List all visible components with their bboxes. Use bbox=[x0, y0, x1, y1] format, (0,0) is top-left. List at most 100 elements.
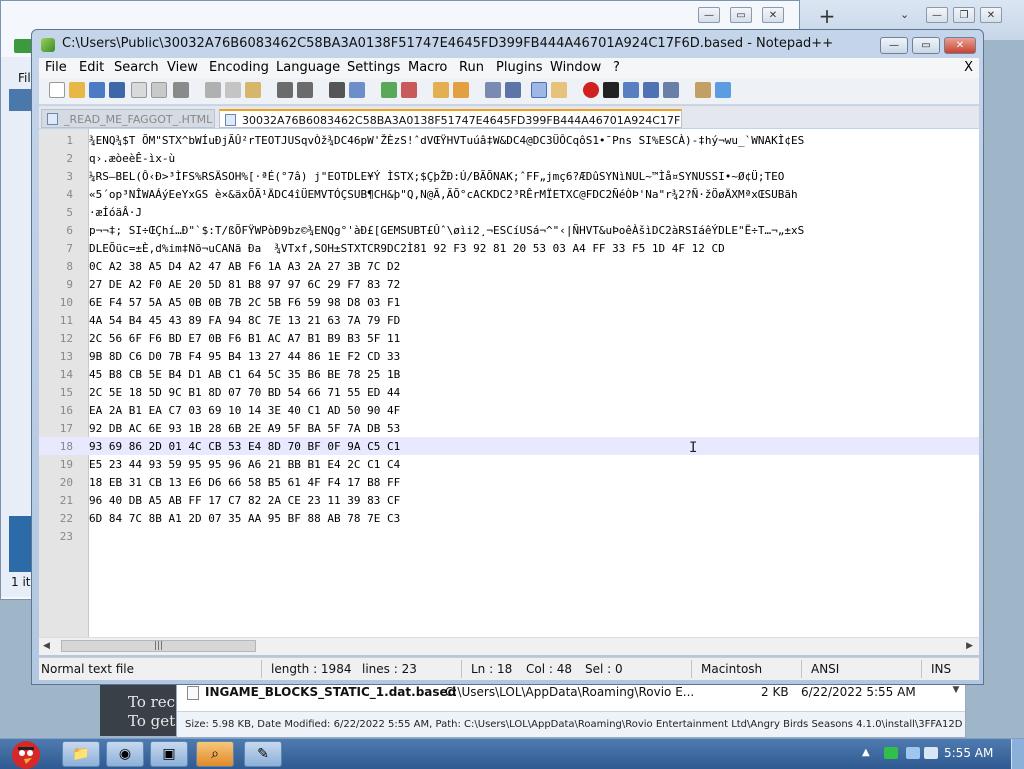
show-desktop-button[interactable] bbox=[1011, 739, 1024, 769]
open-file-icon[interactable] bbox=[69, 82, 85, 98]
bg-close-button[interactable]: ✕ bbox=[762, 7, 784, 23]
redo-icon[interactable] bbox=[297, 82, 313, 98]
cut-icon[interactable] bbox=[205, 82, 221, 98]
stop-macro-icon[interactable] bbox=[603, 82, 619, 98]
menu-macro[interactable]: Macro bbox=[408, 60, 447, 75]
editor-line[interactable]: 3 ¼RS—BEL(Ô‹Ð>³ÌFS%RSÄSOH%[·ªÉ(°7â) j"EOT… bbox=[39, 167, 979, 185]
start-button-angry-bird-icon[interactable] bbox=[2, 733, 50, 769]
scroll-left-icon[interactable]: ◀ bbox=[43, 641, 50, 651]
taskbar-notepad-icon[interactable]: ✎ bbox=[244, 741, 282, 767]
line-text: 4A 54 B4 45 43 89 FA 94 8C 7E 13 21 63 7… bbox=[89, 314, 401, 327]
tab-based-file[interactable]: 30032A76B6083462C58BA3A0138F51747E4645FD… bbox=[219, 109, 682, 128]
menu-run[interactable]: Run bbox=[459, 60, 484, 75]
editor-line[interactable]: 16 EA 2A B1 EA C7 03 69 10 14 3E 40 C1 AD… bbox=[39, 401, 979, 419]
taskbar-search-icon[interactable]: ⌕ bbox=[196, 741, 234, 767]
editor-line[interactable]: 7 DLEÕüc=±È‚d%im‡Nõ¬uCANã Ða ¾VTxf,SOH±ST… bbox=[39, 239, 979, 257]
new-file-icon[interactable] bbox=[49, 82, 65, 98]
chevron-down-icon[interactable]: ⌄ bbox=[900, 8, 909, 21]
editor-line[interactable]: 20 18 EB 31 CB 13 E6 D6 66 58 B5 61 4F F4… bbox=[39, 473, 979, 491]
paste-icon[interactable] bbox=[245, 82, 261, 98]
horizontal-scrollbar[interactable]: ◀ ||| ▶ bbox=[39, 637, 979, 655]
close-button[interactable]: ✕ bbox=[944, 37, 976, 54]
folder-as-workspace-icon[interactable] bbox=[551, 82, 567, 98]
tray-volume-icon[interactable] bbox=[924, 747, 938, 759]
tab-readme-html[interactable]: _READ_ME_FAGGOT_.HTML bbox=[41, 109, 215, 128]
menu-plugins[interactable]: Plugins bbox=[496, 60, 543, 75]
close-file-icon[interactable] bbox=[131, 82, 147, 98]
editor-line[interactable]: 12 2C 56 6F F6 BD E7 0B F6 B1 AC A7 B1 B9… bbox=[39, 329, 979, 347]
spell-check-icon[interactable] bbox=[715, 82, 731, 98]
editor-line[interactable]: 18 93 69 86 2D 01 4C CB 53 E4 8D 70 BF 0F… bbox=[39, 437, 979, 455]
replace-icon[interactable] bbox=[349, 82, 365, 98]
editor-line[interactable]: 11 4A 54 B4 45 43 89 FA 94 8C 7E 13 21 63… bbox=[39, 311, 979, 329]
editor-line[interactable]: 21 96 40 DB A5 AB FF 17 C7 82 2A CE 23 11… bbox=[39, 491, 979, 509]
taskbar-window-icon[interactable]: ▣ bbox=[150, 741, 188, 767]
bg-maximize-button[interactable]: ▭ bbox=[730, 7, 752, 23]
menu-language[interactable]: Language bbox=[276, 60, 340, 75]
taskbar-chrome-icon[interactable]: ◉ bbox=[106, 741, 144, 767]
line-text: 0C A2 38 A5 D4 A2 47 AB F6 1A A3 2A 27 3… bbox=[89, 260, 401, 273]
taskbar-clock[interactable]: 5:55 AM bbox=[944, 746, 993, 760]
line-text: q›.æòeèÊ-ìx-ù bbox=[89, 152, 176, 165]
word-wrap-icon[interactable] bbox=[485, 82, 501, 98]
editor-line[interactable]: 19 E5 23 44 93 59 95 95 96 A6 21 BB B1 E4… bbox=[39, 455, 979, 473]
menu-window[interactable]: Window bbox=[550, 60, 601, 75]
editor-line[interactable]: 22 6D 84 7C 8B A1 2D 07 35 AA 95 BF 88 AB… bbox=[39, 509, 979, 527]
bg-minimize-button[interactable]: — bbox=[698, 7, 720, 23]
editor-area[interactable]: 1 ¾ENQ¾$T ÕM"STX^bWÍuÐjÃÛ²rTEOTJUSqvÒž¾DC… bbox=[39, 129, 979, 637]
browser-close-button[interactable]: ✕ bbox=[980, 7, 1002, 23]
scroll-down-icon[interactable]: ▼ bbox=[949, 685, 963, 705]
editor-line[interactable]: 14 45 B8 CB 5E B4 D1 AB C1 64 5C 35 B6 BE… bbox=[39, 365, 979, 383]
play-macro-icon[interactable] bbox=[623, 82, 639, 98]
editor-line[interactable]: 23 bbox=[39, 527, 979, 545]
scroll-right-icon[interactable]: ▶ bbox=[966, 641, 973, 651]
sync-vertical-icon[interactable] bbox=[433, 82, 449, 98]
tray-network-icon[interactable] bbox=[884, 747, 898, 759]
menu-search[interactable]: Search bbox=[114, 60, 159, 75]
editor-line[interactable]: 9 27 DE A2 F0 AE 20 5D 81 B8 97 97 6C 29 … bbox=[39, 275, 979, 293]
menu-edit[interactable]: Edit bbox=[79, 60, 104, 75]
editor-line[interactable]: 10 6E F4 57 5A A5 0B 0B 7B 2C 5B F6 59 98… bbox=[39, 293, 979, 311]
browser-restore-button[interactable]: ❐ bbox=[953, 7, 975, 23]
scrollbar-thumb[interactable]: ||| bbox=[61, 640, 256, 652]
editor-line[interactable]: 1 ¾ENQ¾$T ÕM"STX^bWÍuÐjÃÛ²rTEOTJUSqvÒž¾DC… bbox=[39, 131, 979, 149]
editor-line[interactable]: 13 9B 8D C6 D0 7B F4 95 B4 13 27 44 86 1E… bbox=[39, 347, 979, 365]
find-icon[interactable] bbox=[329, 82, 345, 98]
editor-line[interactable]: 6 p¬¬‡; SI÷ŒÇhí…Ð"`$:T/ßÕFŸWPòÐ9bz©¾ENQg°… bbox=[39, 221, 979, 239]
editor-line[interactable]: 5 ·æÍóäÂ·J bbox=[39, 203, 979, 221]
menu-file[interactable]: File bbox=[45, 60, 67, 75]
menu-settings[interactable]: Settings bbox=[347, 60, 400, 75]
close-all-icon[interactable] bbox=[151, 82, 167, 98]
editor-line[interactable]: 8 0C A2 38 A5 D4 A2 47 AB F6 1A A3 2A 27 … bbox=[39, 257, 979, 275]
editor-line[interactable]: 15 2C 5E 18 5D 9C B1 8D 07 70 BD 54 66 71… bbox=[39, 383, 979, 401]
print-icon[interactable] bbox=[173, 82, 189, 98]
menu-help[interactable]: ? bbox=[613, 60, 620, 75]
record-macro-icon[interactable] bbox=[583, 82, 599, 98]
undo-icon[interactable] bbox=[277, 82, 293, 98]
tray-expand-icon[interactable]: ▲ bbox=[862, 747, 870, 758]
save-icon[interactable] bbox=[89, 82, 105, 98]
zoom-out-icon[interactable] bbox=[401, 82, 417, 98]
maximize-button[interactable]: ▭ bbox=[912, 37, 940, 54]
save-all-icon[interactable] bbox=[109, 82, 125, 98]
editor-line[interactable]: 2 q›.æòeèÊ-ìx-ù bbox=[39, 149, 979, 167]
search-result-row[interactable]: INGAME_BLOCKS_STATIC_1.dat.based C:\User… bbox=[177, 683, 957, 703]
editor-line[interactable]: 17 92 DB AC 6E 93 1B 28 6B 2E A9 5F BA 5F… bbox=[39, 419, 979, 437]
save-macro-icon[interactable] bbox=[663, 82, 679, 98]
tray-display-icon[interactable] bbox=[906, 747, 920, 759]
run-macro-multiple-icon[interactable] bbox=[643, 82, 659, 98]
minimize-button[interactable]: — bbox=[880, 37, 908, 54]
editor-line[interactable]: 4 «5´op³NÎWAÁýEeYxGS è×&äxÕÃ¹ÄDC4îÜEMVTÓÇ… bbox=[39, 185, 979, 203]
taskbar-folder-icon[interactable]: 📁 bbox=[62, 741, 100, 767]
menu-encoding[interactable]: Encoding bbox=[209, 60, 269, 75]
copy-icon[interactable] bbox=[225, 82, 241, 98]
sync-horizontal-icon[interactable] bbox=[453, 82, 469, 98]
menu-view[interactable]: View bbox=[167, 60, 198, 75]
indent-guide-icon[interactable] bbox=[531, 82, 547, 98]
show-all-chars-icon[interactable] bbox=[505, 82, 521, 98]
zoom-in-icon[interactable] bbox=[381, 82, 397, 98]
plugin-icon[interactable] bbox=[695, 82, 711, 98]
close-document-icon[interactable]: X bbox=[964, 60, 973, 75]
browser-minimize-button[interactable]: — bbox=[926, 7, 948, 23]
new-tab-icon[interactable]: + bbox=[815, 4, 839, 28]
